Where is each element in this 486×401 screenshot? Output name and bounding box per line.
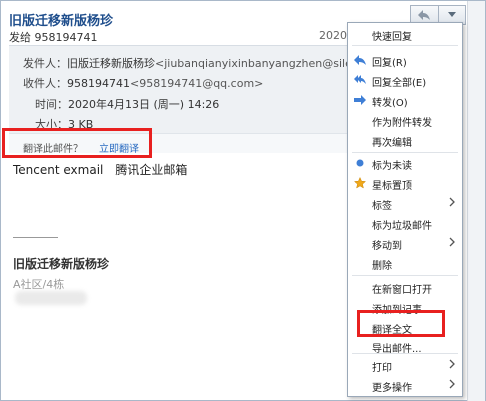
context-menu: 快速回复 回复(R) 回复全部(E) 转发(O) 作为附件转发 再次编辑 标为未… <box>347 22 463 397</box>
menu-item-forward[interactable]: 转发(O) <box>348 90 462 110</box>
star-icon <box>354 177 366 189</box>
body-text-en: Tencent exmail <box>13 163 104 177</box>
chevron-right-icon <box>449 359 455 369</box>
from-name[interactable]: 旧版迁移新版杨珍 <box>67 57 155 70</box>
chevron-down-icon <box>447 12 456 17</box>
menu-item-edit-again[interactable]: 再次编辑 <box>348 130 462 150</box>
chevron-right-icon <box>449 197 455 207</box>
email-body-line: Tencent exmail 腾讯企业邮箱 <box>13 161 187 178</box>
recipient-summary: 发给 958194741 <box>9 31 98 44</box>
signature-name: 旧版迁移新版杨珍 <box>13 257 110 271</box>
body-text-cn: 腾讯企业邮箱 <box>115 163 188 177</box>
email-subject: 旧版迁移新版杨珍 <box>9 14 114 29</box>
menu-item-reply-all[interactable]: 回复全部(E) <box>348 70 462 90</box>
menu-item-move-to[interactable]: 移动到 <box>348 233 462 253</box>
annotation-box-translate <box>2 128 152 158</box>
menu-item-mark-spam[interactable]: 标为垃圾邮件 <box>348 213 462 233</box>
forward-icon <box>354 95 366 105</box>
email-reader-window: 旧版迁移新版杨珍 发给 958194741 2020- 发件人：旧版迁移新版杨珍… <box>0 0 486 401</box>
menu-item-print[interactable]: 打印 <box>348 355 462 375</box>
vertical-scrollbar[interactable] <box>467 1 485 401</box>
unread-dot-icon <box>356 159 364 167</box>
menu-item-quick-reply[interactable]: 快速回复 <box>348 24 462 44</box>
reply-all-icon <box>354 75 366 84</box>
chevron-right-icon <box>449 379 455 389</box>
reply-arrow-icon <box>418 10 431 20</box>
menu-item-mark-unread[interactable]: 标为未读 <box>348 153 462 173</box>
annotation-box-translate-full <box>357 310 445 337</box>
to-name[interactable]: 958194741 <box>67 77 130 90</box>
menu-item-more-actions[interactable]: 更多操作 <box>348 375 462 395</box>
signature-divider <box>13 237 58 238</box>
to-label: 收件人： <box>23 77 67 90</box>
reply-icon <box>354 55 366 65</box>
blurred-signature-detail <box>15 291 87 305</box>
menu-item-reply[interactable]: 回复(R) <box>348 50 462 70</box>
menu-separator <box>352 275 458 276</box>
menu-item-star-pin[interactable]: 星标置顶 <box>348 173 462 193</box>
to-email: <958194741@qq.com> <box>130 77 264 90</box>
time-row: 时间：2020年4月13日 (周一) 14:26 <box>35 96 219 112</box>
menu-item-forward-as-attachment[interactable]: 作为附件转发 <box>348 110 462 130</box>
email-header-details: 发件人：旧版迁移新版杨珍<jiubanqianyixinbanyangzhen@… <box>9 45 385 133</box>
menu-separator <box>352 45 458 46</box>
from-row: 发件人：旧版迁移新版杨珍<jiubanqianyixinbanyangzhen@… <box>23 55 385 71</box>
menu-item-open-new-window[interactable]: 在新窗口打开 <box>348 277 462 297</box>
chevron-right-icon <box>449 237 455 247</box>
from-label: 发件人： <box>23 57 67 70</box>
menu-separator <box>352 353 458 354</box>
signature-address: A社区/4栋 <box>13 278 65 291</box>
menu-item-delete[interactable]: 删除 <box>348 253 462 273</box>
to-row: 收件人：958194741<958194741@qq.com> <box>23 75 263 91</box>
time-value: 2020年4月13日 (周一) 14:26 <box>68 98 220 111</box>
time-label: 时间： <box>35 98 68 111</box>
menu-item-tags[interactable]: 标签 <box>348 193 462 213</box>
